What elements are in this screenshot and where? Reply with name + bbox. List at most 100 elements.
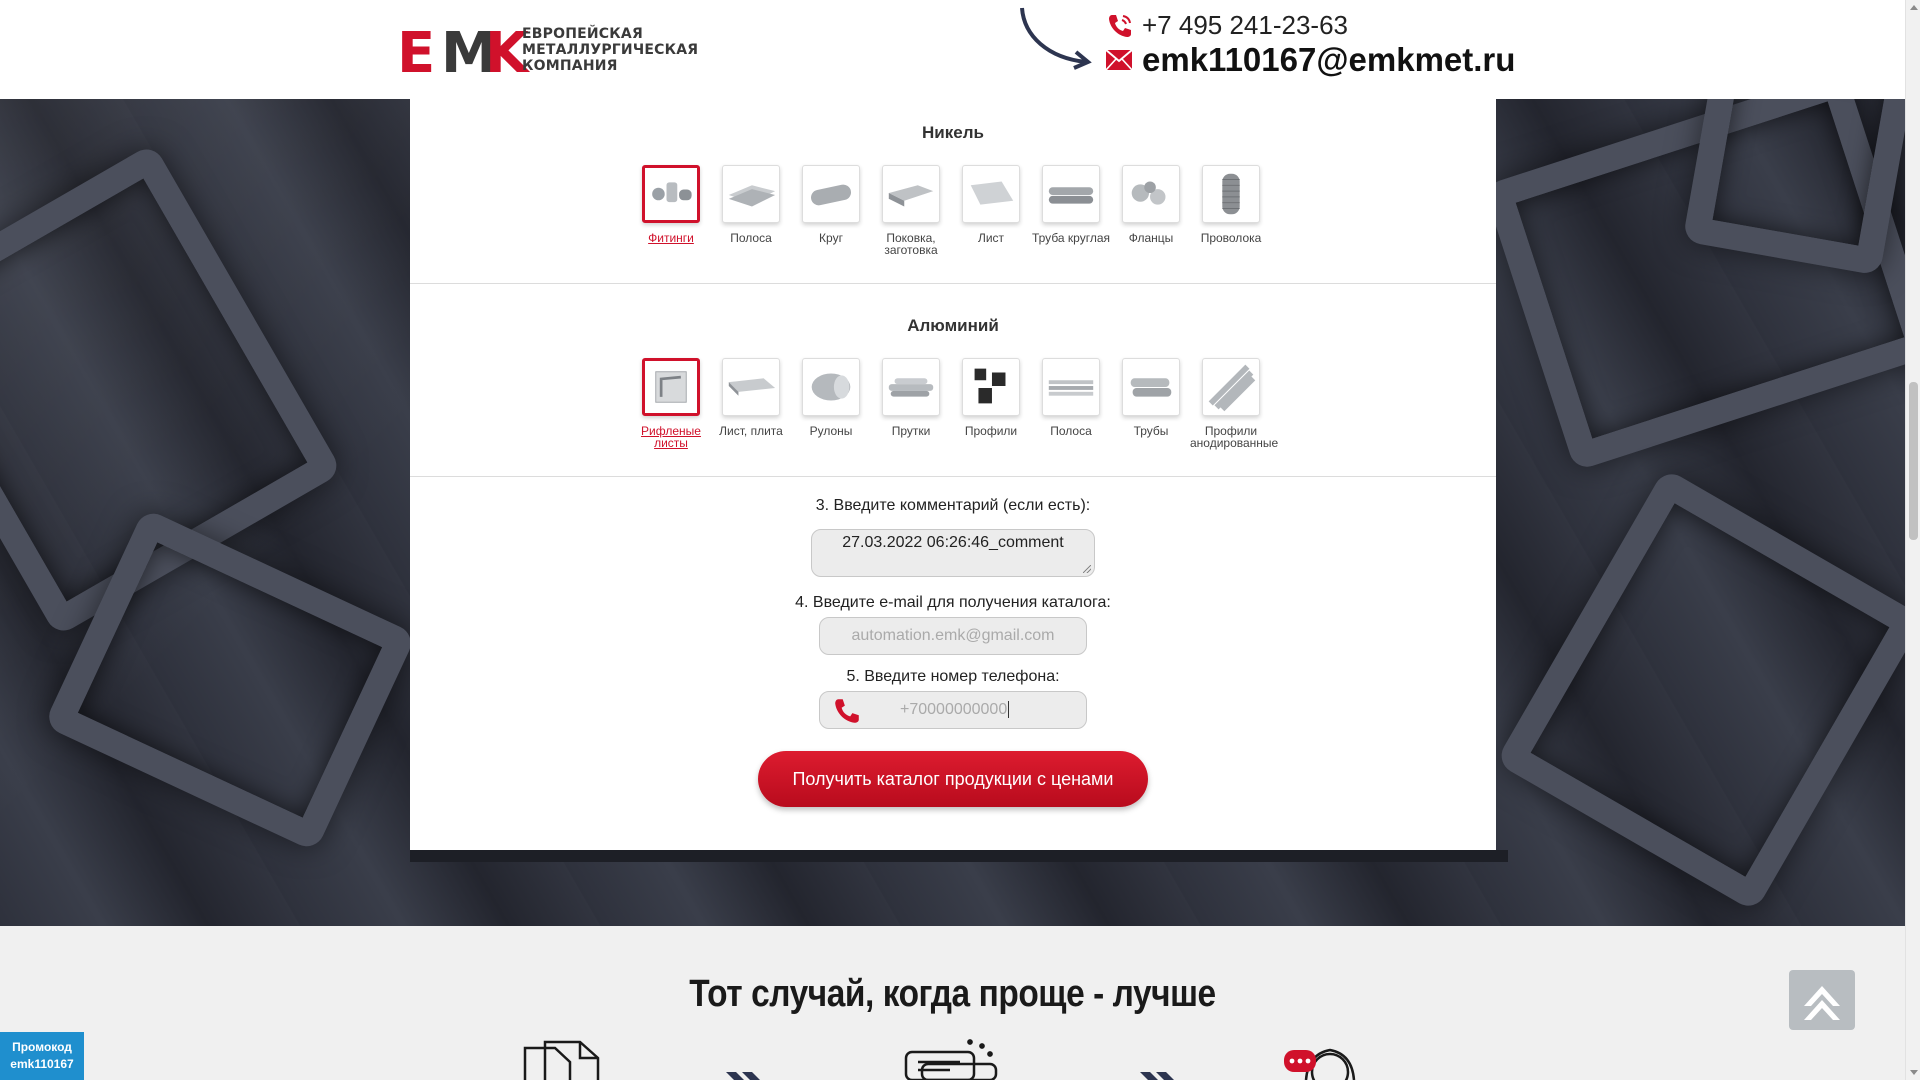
comment-label: 3. Введите комментарий (если есть): <box>815 497 1091 514</box>
product-label[interactable]: Круг <box>790 232 872 244</box>
product-image <box>1131 181 1166 205</box>
product-thumbnail[interactable] <box>1042 165 1100 223</box>
product-image <box>888 185 934 207</box>
product-item[interactable]: Рулоны <box>802 358 860 449</box>
chat-bubbles-icon <box>904 1039 998 1080</box>
scroll-up-arrow[interactable] <box>1910 5 1918 10</box>
product-item[interactable]: Поковка, заготовка <box>882 165 940 256</box>
curved-arrow-icon <box>1020 7 1092 70</box>
page-scrollbar[interactable] <box>1905 0 1920 1080</box>
phone-number[interactable]: +7 495 241-23-63 <box>1142 10 1348 41</box>
product-item[interactable]: Трубы <box>1122 358 1180 449</box>
product-label[interactable]: Профили <box>950 425 1032 437</box>
comment-textarea[interactable]: 27.03.2022 06:26:46_comment <box>811 529 1095 577</box>
product-thumbnail[interactable] <box>642 165 700 223</box>
product-image <box>728 185 776 207</box>
product-label[interactable]: Фланцы <box>1110 232 1192 244</box>
get-catalog-button[interactable]: Получить каталог продукции с ценами <box>758 751 1148 807</box>
mail-icon <box>1106 50 1132 70</box>
text-caret <box>1008 701 1010 719</box>
promo-code-badge[interactable]: Промокод emk110167 <box>0 1032 84 1080</box>
product-label[interactable]: Фитинги <box>630 232 712 244</box>
email-address[interactable]: emk110167@emkmet.ru <box>1142 41 1515 79</box>
product-image <box>728 378 776 396</box>
phone-placeholder: +70000000000 <box>900 701 1008 718</box>
product-thumbnail[interactable] <box>642 358 700 416</box>
product-image <box>888 378 934 397</box>
product-label[interactable]: Профили анодированные <box>1190 425 1278 449</box>
divider <box>410 283 1496 284</box>
product-label[interactable]: Проволока <box>1190 232 1272 244</box>
product-thumbnail[interactable] <box>722 358 780 416</box>
product-item[interactable]: Профили <box>962 358 1020 449</box>
site-header: E M K ЕВРОПЕЙСКАЯ МЕТАЛЛУРГИЧЕСКАЯ КОМПА… <box>0 0 1905 99</box>
product-image <box>811 373 851 401</box>
section-heading: Тот случай, когда проще - лучше <box>689 973 1216 1015</box>
product-item[interactable]: Рифленые листы <box>641 358 701 449</box>
product-item[interactable]: Фитинги <box>642 165 700 256</box>
product-item[interactable]: Прутки <box>882 358 940 449</box>
svg-text:E: E <box>397 26 432 76</box>
comment-value: 27.03.2022 06:26:46_comment <box>842 534 1064 551</box>
product-image <box>652 182 692 203</box>
product-label[interactable]: Рулоны <box>790 425 872 437</box>
card-shadow <box>410 850 1508 862</box>
product-label[interactable]: Рифленые листы <box>630 425 712 449</box>
product-thumbnail[interactable] <box>882 165 940 223</box>
product-thumbnail[interactable] <box>1122 165 1180 223</box>
header-phone[interactable]: +7 495 241-23-63 <box>1106 10 1348 41</box>
double-chevron-up-icon <box>1804 986 1840 1020</box>
product-label[interactable]: Полоса <box>1030 425 1112 437</box>
product-label[interactable]: Поковка, заготовка <box>870 232 952 256</box>
product-item[interactable]: Круг <box>802 165 860 256</box>
phone-input[interactable]: +70000000000 <box>819 691 1087 729</box>
promo-code: emk110167 <box>10 1057 74 1071</box>
product-thumbnail[interactable] <box>962 165 1020 223</box>
product-thumbnail[interactable] <box>1042 358 1100 416</box>
product-thumbnail[interactable] <box>802 358 860 416</box>
steps-icons <box>523 1039 1356 1080</box>
product-label[interactable]: Лист, плита <box>710 425 792 437</box>
product-item[interactable]: Полоса <box>1042 358 1100 449</box>
scroll-down-arrow[interactable] <box>1910 1070 1918 1075</box>
product-item[interactable]: Лист <box>962 165 1020 256</box>
email-input[interactable]: automation.emk@gmail.com <box>819 617 1087 655</box>
product-image <box>655 371 687 403</box>
product-label[interactable]: Полоса <box>710 232 792 244</box>
aluminium-products: Рифленые листы Лист, плита Рулоны Прутки Про… <box>641 358 1278 449</box>
phone-label: 5. Введите номер телефона: <box>846 668 1060 685</box>
product-image <box>970 181 1014 205</box>
product-image <box>1208 364 1256 412</box>
product-thumbnail[interactable] <box>1122 358 1180 416</box>
product-thumbnail[interactable] <box>1202 165 1260 223</box>
product-label[interactable]: Лист <box>950 232 1032 244</box>
product-item[interactable]: Профили анодированные <box>1190 358 1278 449</box>
product-label[interactable]: Труба круглая <box>1030 232 1112 244</box>
product-item[interactable]: Лист, плита <box>719 358 783 449</box>
product-thumbnail[interactable] <box>722 165 780 223</box>
scroll-thumb[interactable] <box>1909 382 1918 540</box>
section-title-nickel: Никель <box>922 123 984 142</box>
nickel-products: Фитинги Полоса Круг Поковка, заготовка Лист Т… <box>642 165 1261 256</box>
resize-grip[interactable] <box>1083 565 1091 573</box>
product-item[interactable]: Труба круглая <box>1032 165 1110 256</box>
header-email[interactable]: emk110167@emkmet.ru <box>1106 41 1515 79</box>
email-label: 4. Введите e-mail для получения каталога… <box>795 594 1111 611</box>
catalog-form-card: Никель Фитинги Полоса Круг Поковка, заготов… <box>410 80 1496 850</box>
product-image <box>1222 173 1240 215</box>
product-item[interactable]: Фланцы <box>1122 165 1180 256</box>
product-label[interactable]: Трубы <box>1110 425 1192 437</box>
scroll-to-top-button[interactable] <box>1789 970 1855 1030</box>
phone-icon <box>1109 14 1131 37</box>
product-label[interactable]: Прутки <box>870 425 952 437</box>
product-item[interactable]: Проволока <box>1201 165 1261 256</box>
product-image <box>1130 378 1172 397</box>
email-placeholder: automation.emk@gmail.com <box>851 627 1055 644</box>
logo-company-name: ЕВРОПЕЙСКАЯ МЕТАЛЛУРГИЧЕСКАЯ КОМПАНИЯ <box>522 26 699 74</box>
product-item[interactable]: Полоса <box>722 165 780 256</box>
product-thumbnail[interactable] <box>962 358 1020 416</box>
product-thumbnail[interactable] <box>802 165 860 223</box>
product-thumbnail[interactable] <box>1202 358 1260 416</box>
product-thumbnail[interactable] <box>882 358 940 416</box>
product-image <box>1048 380 1094 396</box>
